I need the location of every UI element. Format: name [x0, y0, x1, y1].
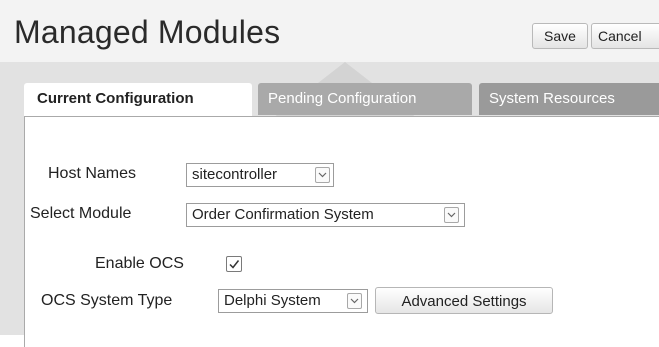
- chevron-down-icon[interactable]: [347, 293, 362, 309]
- ocs-system-type-label: OCS System Type: [41, 292, 173, 309]
- host-names-value: sitecontroller: [192, 166, 278, 183]
- host-names-select[interactable]: sitecontroller: [186, 163, 334, 187]
- chevron-down-icon[interactable]: [444, 207, 459, 223]
- cancel-button[interactable]: Cancel: [591, 23, 659, 49]
- ocs-system-type-value: Delphi System: [224, 292, 321, 309]
- save-button[interactable]: Save: [532, 23, 588, 49]
- advanced-settings-button[interactable]: Advanced Settings: [375, 287, 553, 314]
- select-module-label: Select Module: [30, 205, 132, 222]
- tab-system-resources[interactable]: System Resources: [479, 83, 659, 115]
- ocs-system-type-select[interactable]: Delphi System: [218, 289, 368, 313]
- page-title: Managed Modules: [14, 14, 281, 50]
- checkmark-icon: [229, 260, 240, 269]
- tab-pending-configuration[interactable]: Pending Configuration: [258, 83, 472, 115]
- select-module-select[interactable]: Order Confirmation System: [186, 203, 465, 227]
- panel-frame: [0, 126, 24, 335]
- tab-current-configuration[interactable]: Current Configuration: [24, 83, 252, 117]
- select-module-value: Order Confirmation System: [192, 206, 374, 223]
- host-names-label: Host Names: [48, 165, 137, 182]
- chevron-down-icon[interactable]: [315, 167, 330, 183]
- enable-ocs-label: Enable OCS: [95, 255, 184, 272]
- page-header: Managed Modules Save Cancel: [0, 0, 659, 62]
- enable-ocs-checkbox[interactable]: [226, 256, 242, 272]
